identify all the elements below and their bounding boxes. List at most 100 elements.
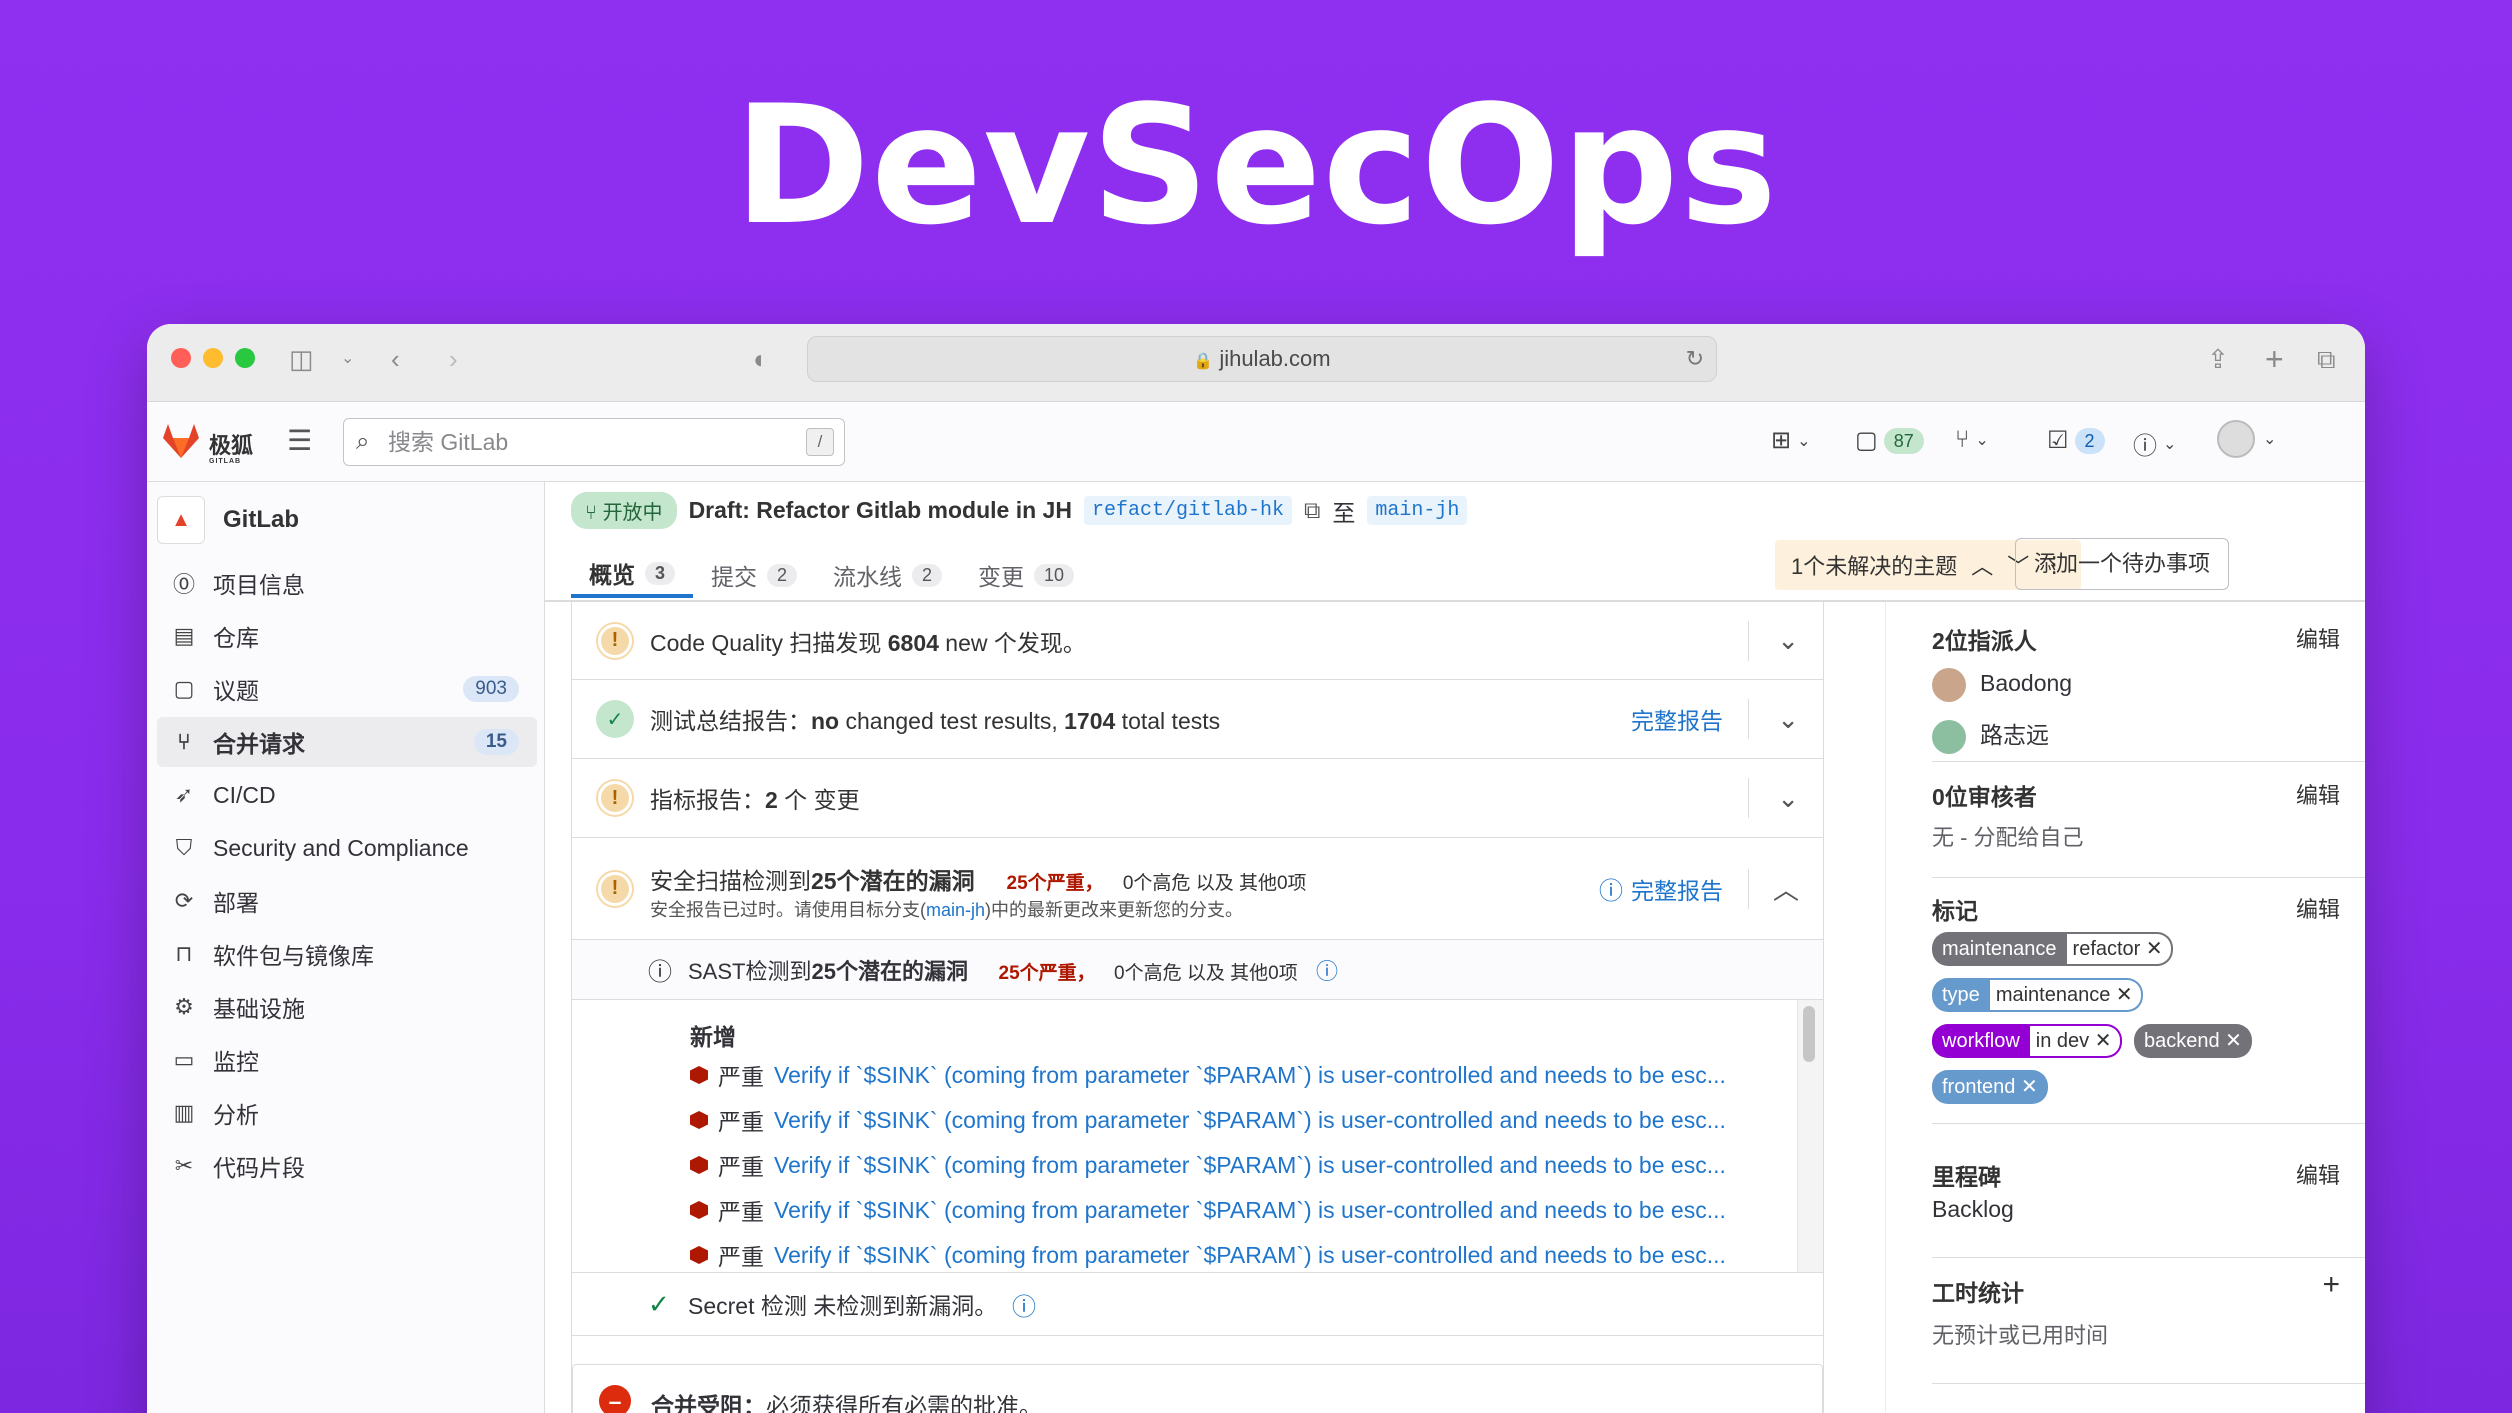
sidebar-item-analytics[interactable]: ▥ 分析 (157, 1088, 537, 1138)
sidebar-item-deployments[interactable]: ⟳ 部署 (157, 876, 537, 926)
chart-icon: ▥ (173, 1100, 195, 1125)
tab-label: 概览 (589, 562, 635, 588)
list-item[interactable]: 严重 Verify if `$SINK` (coming from paramet… (690, 1238, 1726, 1272)
full-report-link[interactable]: 完整报告 (1631, 872, 1723, 906)
copy-icon[interactable]: ⧉ (1304, 497, 1320, 524)
tab-overview[interactable]: 概览 3 (571, 552, 694, 598)
tab-overview-icon[interactable]: ⧉ (2317, 346, 2336, 372)
sidebar-item-packages[interactable]: ⊓ 软件包与镜像库 (157, 929, 537, 979)
reviewers-value[interactable]: 无 - 分配给自己 (1932, 820, 2365, 852)
minimize-window-button[interactable] (203, 348, 223, 368)
label-workflow-in-dev[interactable]: workflow in dev ✕ (1932, 1024, 2122, 1058)
new-tab-icon[interactable]: + (2265, 343, 2284, 375)
source-branch-link[interactable]: refact/gitlab-hk (1083, 496, 1292, 525)
success-icon: ✓ (598, 702, 632, 736)
sidebar-item-issues[interactable]: ▢ 议题 903 (157, 664, 537, 714)
shield-icon: ⛉ (175, 835, 193, 860)
user-menu[interactable]: ⌄ (2217, 420, 2276, 458)
todos-button[interactable]: ☑ 2 (2047, 426, 2105, 455)
assignee-row[interactable]: Baodong (1932, 668, 2365, 702)
add-time-icon[interactable]: + (2322, 1268, 2340, 1302)
sidebar-item-infrastructure[interactable]: ⚙ 基础设施 (157, 982, 537, 1032)
milestone-value[interactable]: Backlog (1932, 1196, 2365, 1223)
doc-icon: ▤ (173, 623, 195, 648)
address-bar[interactable]: 🔒 jihulab.com ↻ (807, 336, 1717, 382)
code-quality-widget[interactable]: ! Code Quality 扫描发现 6804 new 个发现。 ⌄ (572, 602, 1823, 680)
secret-text: Secret 检测 未检测到新漏洞。 (688, 1293, 998, 1319)
merge-blocked-widget: – 合并受阻：必须获得所有必需的批准。 (572, 1364, 1823, 1413)
label-backend[interactable]: backend ✕ (2133, 1024, 2252, 1058)
tab-changes[interactable]: 变更 10 (960, 552, 1092, 598)
sidebar-item-merge-requests[interactable]: ⑂ 合并请求 15 (157, 717, 537, 767)
list-item[interactable]: 严重 Verify if `$SINK` (coming from paramet… (690, 1148, 1726, 1182)
sidebar-item-security[interactable]: ⛉ Security and Compliance (157, 823, 537, 873)
brand[interactable]: 极狐 GITLAB (209, 428, 253, 465)
help-button[interactable]: ⓘ ⌄ (2133, 426, 2176, 461)
gitlab-logo-icon[interactable] (161, 422, 201, 460)
reload-icon[interactable]: ↻ (1686, 337, 1704, 381)
add-todo-button[interactable]: 添加一个待办事项 (2015, 538, 2230, 590)
label-maintenance-refactor[interactable]: maintenance refactor ✕ (1932, 932, 2173, 966)
tab-commits[interactable]: 提交 2 (693, 552, 815, 598)
sidebar-item-monitor[interactable]: ▭ 监控 (157, 1035, 537, 1085)
finding-link[interactable]: Verify if `$SINK` (coming from parameter… (774, 1242, 1726, 1269)
chevron-up-icon[interactable]: ︿ (1773, 870, 1799, 907)
sidebar-item-repository[interactable]: ▤ 仓库 (157, 611, 537, 661)
sidebar-item-cicd[interactable]: ➶ CI/CD (157, 770, 537, 820)
forward-icon[interactable]: › (449, 346, 458, 372)
label-type-maintenance[interactable]: type maintenance ✕ (1932, 978, 2143, 1012)
sidebar-item-project-info[interactable]: ⓪ 项目信息 (157, 558, 537, 608)
create-new-button[interactable]: ⊞ ⌄ (1771, 426, 1811, 455)
scrollbar-thumb[interactable] (1803, 1006, 1815, 1062)
list-item[interactable]: 严重 Verify if `$SINK` (coming from paramet… (690, 1103, 1726, 1137)
list-item[interactable]: 严重 Verify if `$SINK` (coming from paramet… (690, 1193, 1726, 1227)
full-report-link[interactable]: 完整报告 (1631, 702, 1723, 736)
help-icon[interactable]: ⓘ (1012, 1287, 1036, 1322)
merge-requests-button[interactable]: ⑂ ⌄ (1955, 426, 1989, 454)
chevron-down-icon[interactable]: ⌄ (1777, 625, 1799, 656)
chevron-down-icon[interactable]: ⌄ (341, 346, 354, 372)
menu-icon[interactable]: ☰ (287, 424, 312, 457)
critical-severity-icon (690, 1066, 708, 1084)
scrollbar[interactable] (1797, 1000, 1823, 1272)
assignee-row[interactable]: 路志远 (1932, 716, 2365, 754)
close-window-button[interactable] (171, 348, 191, 368)
info-circle-icon[interactable]: ⓘ (1599, 871, 1623, 906)
edit-milestone-button[interactable]: 编辑 (2296, 1158, 2340, 1190)
status-text: 开放中 (602, 502, 663, 524)
edit-assignees-button[interactable]: 编辑 (2296, 622, 2340, 654)
tab-label: 提交 (711, 564, 758, 590)
sidebar-item-snippets[interactable]: ✂ 代码片段 (157, 1141, 537, 1191)
share-icon[interactable]: ⇪ (2207, 346, 2229, 372)
sidebar-toggle-icon[interactable]: ◫ (289, 346, 314, 372)
label-frontend[interactable]: frontend ✕ (1932, 1070, 2048, 1104)
project-header[interactable]: ▲ GitLab (157, 496, 299, 544)
finding-link[interactable]: Verify if `$SINK` (coming from parameter… (774, 1197, 1726, 1224)
test-report-widget[interactable]: ✓ 测试总结报告：no changed test results, 1704 t… (572, 680, 1823, 759)
chevron-down-icon[interactable]: ⌄ (1777, 704, 1799, 735)
issues-button[interactable]: ▢ 87 (1855, 426, 1924, 455)
chevron-up-icon[interactable]: ︿ (1971, 549, 1993, 581)
chevron-down-icon[interactable]: ⌄ (1777, 783, 1799, 814)
back-icon[interactable]: ‹ (391, 346, 400, 372)
label-row: maintenance refactor ✕ (1932, 932, 2365, 966)
time-tracking-section: 工时统计 + 无预计或已用时间 (1932, 1268, 2365, 1384)
main-jh-branch-link[interactable]: main-jh (926, 900, 985, 920)
issues-count: 87 (1883, 427, 1924, 454)
finding-link[interactable]: Verify if `$SINK` (coming from parameter… (774, 1062, 1726, 1089)
zoom-window-button[interactable] (235, 348, 255, 368)
metrics-widget[interactable]: ! 指标报告：2 个 变更 ⌄ (572, 759, 1823, 838)
mr-header: ⑂ 开放中 Draft: Refactor Gitlab module in J… (571, 492, 1468, 529)
target-branch-link[interactable]: main-jh (1367, 496, 1468, 525)
privacy-shield-icon[interactable]: ◐ (753, 346, 769, 372)
finding-link[interactable]: Verify if `$SINK` (coming from parameter… (774, 1152, 1726, 1179)
tab-pipelines[interactable]: 流水线 2 (815, 552, 960, 598)
edit-reviewers-button[interactable]: 编辑 (2296, 778, 2340, 810)
edit-labels-button[interactable]: 编辑 (2296, 892, 2340, 924)
avatar (1932, 668, 1966, 702)
search-input[interactable]: ⌕ 搜索 GitLab / (343, 418, 845, 466)
list-item[interactable]: 严重 Verify if `$SINK` (coming from paramet… (690, 1058, 1726, 1092)
help-icon[interactable]: ⓘ (1316, 959, 1338, 984)
finding-link[interactable]: Verify if `$SINK` (coming from parameter… (774, 1107, 1726, 1134)
security-scan-widget[interactable]: ! 安全扫描检测到25个潜在的漏洞 25个严重， 0个高危 以及 其他0项 安全… (572, 838, 1823, 940)
